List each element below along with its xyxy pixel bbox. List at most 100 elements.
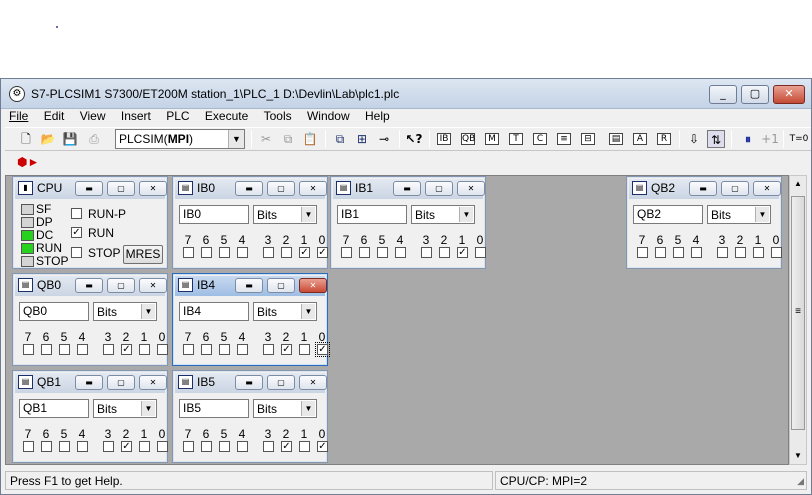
- ib0-close-button[interactable]: ✕: [299, 181, 327, 196]
- ib1-address-input[interactable]: IB1: [337, 205, 407, 224]
- qb0-bit-4-checkbox[interactable]: [77, 344, 88, 355]
- menu-insert[interactable]: Insert: [117, 107, 155, 125]
- pin-icon[interactable]: ⊸: [375, 130, 393, 148]
- next-cycle-button[interactable]: +1: [759, 130, 781, 148]
- ib0-minimize-button[interactable]: ▬: [235, 181, 263, 196]
- ib0-title-bar[interactable]: ▤ IB0 ▬ ▢ ✕: [175, 179, 327, 199]
- insert-generic-icon[interactable]: ≡: [557, 133, 571, 145]
- qb2-bit-4-checkbox[interactable]: [691, 247, 702, 258]
- ib0-bit-1-checkbox[interactable]: ✓: [299, 247, 310, 258]
- copy-icon[interactable]: ⧉: [279, 130, 297, 148]
- cpu-title-bar[interactable]: ▮ CPU ▬ ▢ ✕: [15, 179, 167, 199]
- vertical-scrollbar[interactable]: ▲ ≡ ▼: [789, 175, 807, 465]
- ib0-bit-0-checkbox[interactable]: ✓: [317, 247, 328, 258]
- ib0-address-input[interactable]: IB0: [179, 205, 249, 224]
- qb2-bit-0-checkbox[interactable]: [771, 247, 782, 258]
- open-folder-icon[interactable]: 📂: [39, 130, 57, 148]
- chevron-down-icon[interactable]: ▼: [141, 304, 155, 319]
- ib1-bit-4-checkbox[interactable]: [395, 247, 406, 258]
- record-run-icon[interactable]: ⬢►: [17, 155, 39, 169]
- ib5-bit-5-checkbox[interactable]: [219, 441, 230, 452]
- qb2-minimize-button[interactable]: ▬: [689, 181, 717, 196]
- insert-accu-icon[interactable]: A: [633, 133, 647, 145]
- scroll-thumb[interactable]: ≡: [791, 196, 805, 430]
- chevron-down-icon[interactable]: ▼: [459, 207, 473, 222]
- ib5-format-select[interactable]: Bits ▼: [253, 399, 317, 418]
- menu-plc[interactable]: PLC: [162, 107, 193, 125]
- ib1-bit-3-checkbox[interactable]: [421, 247, 432, 258]
- qb1-title-bar[interactable]: ▤ QB1 ▬ ▢ ✕: [15, 373, 167, 393]
- qb1-bit-2-checkbox[interactable]: ✓: [121, 441, 132, 452]
- qb0-bit-2-checkbox[interactable]: ✓: [121, 344, 132, 355]
- tile-icon[interactable]: ⊞: [353, 130, 371, 148]
- menu-file[interactable]: File: [5, 107, 32, 125]
- print-icon[interactable]: ⎙: [85, 130, 103, 148]
- single-scan-icon[interactable]: ⇩: [685, 130, 703, 148]
- menu-window[interactable]: Window: [303, 107, 354, 125]
- mode-run-p-checkbox[interactable]: [71, 208, 82, 219]
- qb2-bit-7-checkbox[interactable]: [637, 247, 648, 258]
- ib4-bit-7-checkbox[interactable]: [183, 344, 194, 355]
- ib1-bit-7-checkbox[interactable]: [341, 247, 352, 258]
- ib0-bit-4-checkbox[interactable]: [237, 247, 248, 258]
- insert-mb-icon[interactable]: M: [485, 133, 499, 145]
- scroll-down-icon[interactable]: ▼: [790, 448, 806, 464]
- qb2-bit-1-checkbox[interactable]: [753, 247, 764, 258]
- qb2-address-input[interactable]: QB2: [633, 205, 703, 224]
- resize-grip-icon[interactable]: ◢: [797, 476, 804, 487]
- ib4-bit-4-checkbox[interactable]: [237, 344, 248, 355]
- mres-button[interactable]: MRES: [123, 245, 163, 264]
- ib5-address-input[interactable]: IB5: [179, 399, 249, 418]
- ib5-bit-2-checkbox[interactable]: ✓: [281, 441, 292, 452]
- qb2-maximize-button[interactable]: ▢: [721, 181, 749, 196]
- qb2-title-bar[interactable]: ▤ QB2 ▬ ▢ ✕: [629, 179, 781, 199]
- menu-view[interactable]: View: [76, 107, 110, 125]
- ib5-title-bar[interactable]: ▤ IB5 ▬ ▢ ✕: [175, 373, 327, 393]
- save-icon[interactable]: 💾: [61, 130, 79, 148]
- continuous-scan-icon[interactable]: ⇅: [707, 130, 725, 148]
- ib1-bit-6-checkbox[interactable]: [359, 247, 370, 258]
- qb0-close-button[interactable]: ✕: [139, 278, 167, 293]
- ib4-close-button[interactable]: ✕: [299, 278, 327, 293]
- qb2-format-select[interactable]: Bits ▼: [707, 205, 771, 224]
- qb2-bit-5-checkbox[interactable]: [673, 247, 684, 258]
- chevron-down-icon[interactable]: ▼: [755, 207, 769, 222]
- ib4-title-bar[interactable]: ▤ IB4 ▬ ▢ ✕: [175, 276, 327, 296]
- insert-stack-icon[interactable]: ▤: [609, 133, 623, 145]
- ib5-maximize-button[interactable]: ▢: [267, 375, 295, 390]
- ib1-maximize-button[interactable]: ▢: [425, 181, 453, 196]
- ib0-bit-6-checkbox[interactable]: [201, 247, 212, 258]
- insert-counter-icon[interactable]: C: [533, 133, 547, 145]
- qb0-bit-5-checkbox[interactable]: [59, 344, 70, 355]
- ib1-title-bar[interactable]: ▤ IB1 ▬ ▢ ✕: [333, 179, 485, 199]
- chevron-down-icon[interactable]: ▼: [141, 401, 155, 416]
- close-button[interactable]: ✕: [773, 85, 805, 104]
- qb2-bit-3-checkbox[interactable]: [717, 247, 728, 258]
- insert-vertical-bits-icon[interactable]: ⊟: [581, 133, 595, 145]
- ib5-bit-0-checkbox[interactable]: ✓: [317, 441, 328, 452]
- ib5-bit-1-checkbox[interactable]: [299, 441, 310, 452]
- qb0-title-bar[interactable]: ▤ QB0 ▬ ▢ ✕: [15, 276, 167, 296]
- chevron-down-icon[interactable]: ▼: [228, 130, 244, 148]
- qb1-bit-5-checkbox[interactable]: [59, 441, 70, 452]
- qb1-close-button[interactable]: ✕: [139, 375, 167, 390]
- ib5-bit-4-checkbox[interactable]: [237, 441, 248, 452]
- qb1-maximize-button[interactable]: ▢: [107, 375, 135, 390]
- ib4-bit-0-checkbox[interactable]: ✓: [315, 342, 330, 357]
- cpu-minimize-button[interactable]: ▬: [75, 181, 103, 196]
- cut-icon[interactable]: ✂: [257, 130, 275, 148]
- ib4-bit-1-checkbox[interactable]: [299, 344, 310, 355]
- ib4-bit-5-checkbox[interactable]: [219, 344, 230, 355]
- new-file-icon[interactable]: 🗋: [17, 130, 35, 148]
- mode-stop-checkbox[interactable]: [71, 247, 82, 258]
- paste-icon[interactable]: 📋: [301, 130, 319, 148]
- qb1-minimize-button[interactable]: ▬: [75, 375, 103, 390]
- ib5-close-button[interactable]: ✕: [299, 375, 327, 390]
- ib1-close-button[interactable]: ✕: [457, 181, 485, 196]
- qb1-bit-6-checkbox[interactable]: [41, 441, 52, 452]
- interface-select[interactable]: PLCSIM(MPI) ▼: [115, 129, 245, 149]
- qb0-maximize-button[interactable]: ▢: [107, 278, 135, 293]
- cascade-icon[interactable]: ⧉: [331, 130, 349, 148]
- ib4-address-input[interactable]: IB4: [179, 302, 249, 321]
- qb0-bit-3-checkbox[interactable]: [103, 344, 114, 355]
